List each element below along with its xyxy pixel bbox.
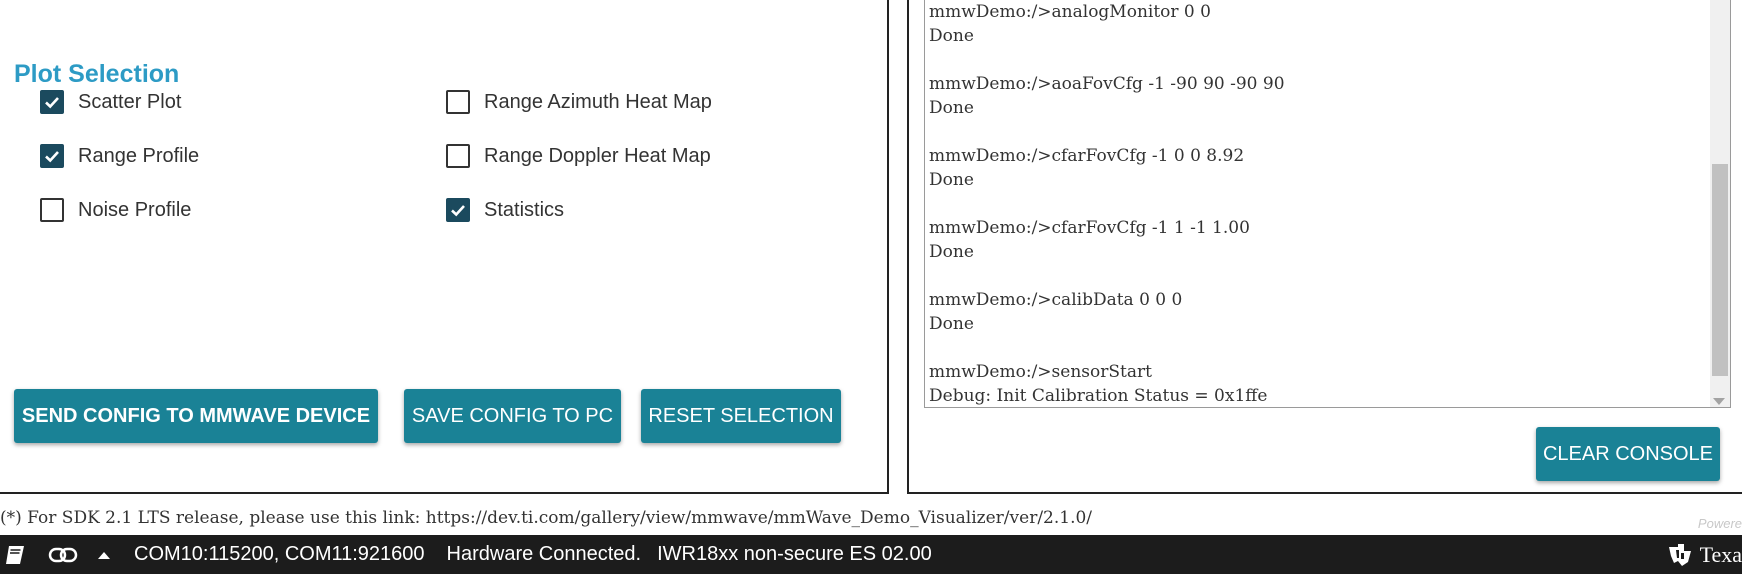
checkbox-range-doppler-heat-map[interactable]: Range Doppler Heat Map <box>446 144 711 168</box>
book-icon[interactable] <box>2 543 28 567</box>
chevron-up-icon[interactable] <box>96 550 112 560</box>
console-line: Done <box>929 242 974 262</box>
settings-panel: Plot Selection Scatter Plot Range Profil… <box>0 0 889 494</box>
console-line: Done <box>929 98 974 118</box>
console-line: mmwDemo:/>analogMonitor 0 0 <box>929 2 1211 22</box>
connection-status: Hardware Connected. <box>446 543 642 565</box>
console-panel: mmwDemo:/>analogMonitor 0 0 Done mmwDemo… <box>907 0 1742 494</box>
console-line: mmwDemo:/>cfarFovCfg -1 0 0 8.92 <box>929 146 1245 166</box>
console-line: mmwDemo:/>sensorStart <box>929 362 1152 382</box>
checkbox-scatter-plot[interactable]: Scatter Plot <box>40 90 181 114</box>
save-config-button[interactable]: SAVE CONFIG TO PC <box>404 389 621 443</box>
send-config-button[interactable]: SEND CONFIG TO MMWAVE DEVICE <box>14 389 378 443</box>
checkbox-label: Range Azimuth Heat Map <box>484 90 712 113</box>
console-line: Done <box>929 314 974 334</box>
console-lines: mmwDemo:/>analogMonitor 0 0 Done mmwDemo… <box>929 0 1285 407</box>
console-output[interactable]: mmwDemo:/>analogMonitor 0 0 Done mmwDemo… <box>924 0 1731 408</box>
checkbox-checked-icon[interactable] <box>40 90 64 114</box>
scrollbar-thumb[interactable] <box>1712 164 1728 376</box>
console-scrollbar[interactable] <box>1710 0 1730 407</box>
ti-logo-icon <box>1666 542 1694 568</box>
console-line: mmwDemo:/>calibData 0 0 0 <box>929 290 1183 310</box>
device-info: IWR18xx non-secure ES 02.00 <box>657 543 932 565</box>
checkbox-checked-icon[interactable] <box>446 198 470 222</box>
reset-selection-button[interactable]: RESET SELECTION <box>641 389 841 443</box>
console-line: mmwDemo:/>cfarFovCfg -1 1 -1 1.00 <box>929 218 1250 238</box>
checkbox-label: Scatter Plot <box>78 90 182 113</box>
ti-brand: Texa <box>1666 535 1742 574</box>
checkbox-checked-icon[interactable] <box>40 144 64 168</box>
checkbox-unchecked-icon[interactable] <box>446 90 470 114</box>
checkbox-label: Range Profile <box>78 144 200 167</box>
checkbox-label: Statistics <box>484 198 565 221</box>
checkbox-label: Range Doppler Heat Map <box>484 144 711 167</box>
sdk-link-note: (*) For SDK 2.1 LTS release, please use … <box>0 508 1093 528</box>
scroll-down-arrow-icon[interactable] <box>1713 398 1725 405</box>
console-line: Debug: Init Calibration Status = 0x1ffe <box>929 386 1268 406</box>
port-status: COM10:115200, COM11:921600 <box>134 543 425 565</box>
status-bar: COM10:115200, COM11:921600 Hardware Conn… <box>0 535 1742 574</box>
console-line: Done <box>929 26 974 46</box>
link-icon[interactable] <box>48 545 78 565</box>
checkbox-unchecked-icon[interactable] <box>446 144 470 168</box>
checkbox-unchecked-icon[interactable] <box>40 198 64 222</box>
checkbox-statistics[interactable]: Statistics <box>446 198 564 222</box>
brand-text: Texa <box>1699 541 1742 567</box>
checkbox-noise-profile[interactable]: Noise Profile <box>40 198 191 222</box>
checkbox-range-azimuth-heat-map[interactable]: Range Azimuth Heat Map <box>446 90 712 114</box>
console-line: mmwDemo:/>aoaFovCfg -1 -90 90 -90 90 <box>929 74 1285 94</box>
checkbox-label: Noise Profile <box>78 198 192 221</box>
checkbox-range-profile[interactable]: Range Profile <box>40 144 199 168</box>
console-line: Done <box>929 170 974 190</box>
plot-selection-title: Plot Selection <box>14 60 180 88</box>
powered-by-text: Powere <box>1697 516 1742 531</box>
clear-console-button[interactable]: CLEAR CONSOLE <box>1536 427 1720 481</box>
